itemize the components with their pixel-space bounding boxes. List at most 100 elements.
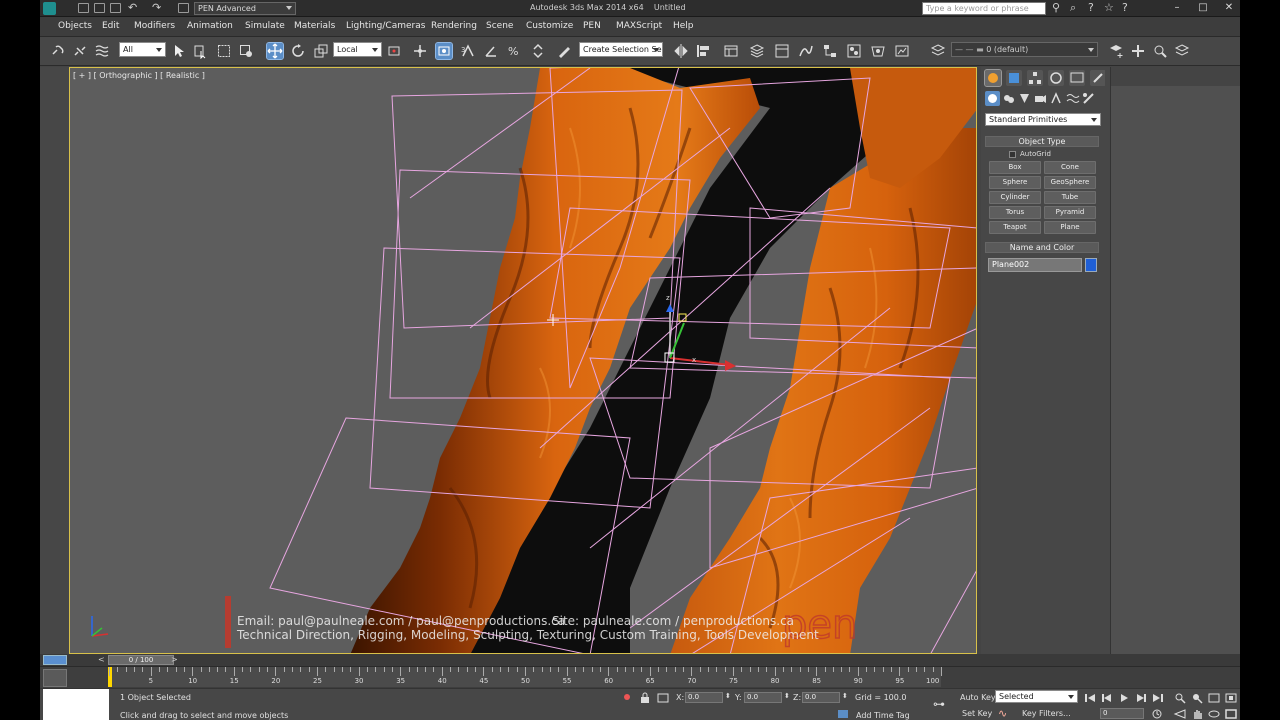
search-icon[interactable]: ⌕ bbox=[1070, 1, 1076, 15]
menu-pen[interactable]: PEN bbox=[583, 21, 601, 31]
go-to-end-icon[interactable] bbox=[1151, 692, 1165, 704]
menu-customize[interactable]: Customize bbox=[526, 21, 573, 31]
add-to-layer-icon[interactable] bbox=[1130, 43, 1146, 59]
space-warps-category-icon[interactable] bbox=[1065, 91, 1080, 106]
rendered-frame-icon[interactable] bbox=[894, 43, 910, 59]
project-folder-icon[interactable] bbox=[178, 3, 189, 13]
bind-space-warp-icon[interactable] bbox=[94, 43, 110, 59]
viewport-label[interactable]: [ + ] [ Orthographic ] [ Realistic ] bbox=[73, 71, 205, 80]
layer-explorer-icon[interactable] bbox=[749, 43, 765, 59]
time-slider-next-icon[interactable]: > bbox=[171, 655, 178, 664]
object-color-swatch[interactable] bbox=[1085, 258, 1097, 272]
maximize-viewport-icon[interactable] bbox=[1224, 708, 1238, 720]
menu-help[interactable]: Help bbox=[673, 21, 694, 31]
time-configuration-icon[interactable] bbox=[1150, 708, 1164, 720]
menu-rendering[interactable]: Rendering bbox=[431, 21, 477, 31]
tube-button[interactable]: Tube bbox=[1044, 191, 1096, 204]
z-coordinate-field[interactable]: 0.0 bbox=[802, 692, 840, 703]
window-crossing-icon[interactable] bbox=[238, 43, 254, 59]
teapot-button[interactable]: Teapot bbox=[989, 221, 1041, 234]
rectangular-selection-icon[interactable] bbox=[216, 43, 232, 59]
keyboard-shortcut-toggle-icon[interactable] bbox=[435, 42, 453, 60]
name-and-color-rollout[interactable]: Name and Color bbox=[985, 242, 1099, 253]
z-spinner-icon[interactable]: ⬍ bbox=[842, 692, 848, 700]
modify-tab-icon[interactable] bbox=[1006, 70, 1022, 86]
scene-explorer-icon[interactable] bbox=[723, 43, 739, 59]
previous-frame-icon[interactable] bbox=[1100, 692, 1114, 704]
named-selection-dropdown[interactable]: Create Selection Se bbox=[579, 42, 663, 57]
pan-view-icon[interactable] bbox=[1190, 708, 1204, 720]
cameras-category-icon[interactable] bbox=[1033, 91, 1048, 106]
box-button[interactable]: Box bbox=[989, 161, 1041, 174]
lights-category-icon[interactable] bbox=[1017, 91, 1032, 106]
add-time-tag[interactable]: Add Time Tag bbox=[856, 711, 910, 720]
snaps-toggle-icon[interactable]: 3 bbox=[460, 43, 476, 59]
set-key-button[interactable]: Set Key bbox=[962, 709, 992, 718]
go-to-start-icon[interactable] bbox=[1083, 692, 1097, 704]
torus-button[interactable]: Torus bbox=[989, 206, 1041, 219]
y-spinner-icon[interactable]: ⬍ bbox=[784, 692, 790, 700]
field-of-view-icon[interactable] bbox=[1173, 708, 1187, 720]
track-bar[interactable]: 5 10 15 20 25 30 35 40 45 50 55 60 65 70 75 80 85 90 95 100 bbox=[40, 666, 1240, 688]
cylinder-button[interactable]: Cylinder bbox=[989, 191, 1041, 204]
motion-tab-icon[interactable] bbox=[1048, 70, 1064, 86]
percent-snap-icon[interactable]: % bbox=[506, 43, 522, 59]
frame-ruler[interactable]: 5 10 15 20 25 30 35 40 45 50 55 60 65 70 75 80 85 90 95 100 bbox=[108, 667, 942, 687]
workspace-dropdown[interactable]: PEN Advanced bbox=[194, 2, 296, 15]
shapes-category-icon[interactable] bbox=[1001, 91, 1016, 106]
reference-coordinate-dropdown[interactable]: Local bbox=[333, 42, 382, 57]
open-file-icon[interactable] bbox=[94, 3, 105, 13]
selection-filter-dropdown[interactable]: All bbox=[119, 42, 166, 57]
geometry-category-icon[interactable] bbox=[985, 91, 1000, 106]
mirror-icon[interactable] bbox=[673, 43, 689, 59]
minimize-button[interactable]: – bbox=[1164, 0, 1190, 16]
menu-modifiers[interactable]: Modifiers bbox=[134, 21, 175, 31]
plane-button[interactable]: Plane bbox=[1044, 221, 1096, 234]
maximize-button[interactable]: □ bbox=[1190, 0, 1216, 16]
select-manipulate-icon[interactable] bbox=[412, 43, 428, 59]
menu-lighting-cameras[interactable]: Lighting/Cameras bbox=[346, 21, 425, 31]
material-editor-icon[interactable] bbox=[846, 43, 862, 59]
layer-manager-icon[interactable] bbox=[1174, 43, 1190, 59]
search-input[interactable]: Type a keyword or phrase bbox=[922, 2, 1046, 15]
edit-named-selection-icon[interactable] bbox=[556, 43, 572, 59]
maxscript-listener[interactable] bbox=[43, 689, 109, 720]
x-spinner-icon[interactable]: ⬍ bbox=[725, 692, 731, 700]
play-icon[interactable] bbox=[1117, 692, 1131, 704]
pivot-center-icon[interactable] bbox=[386, 43, 402, 59]
x-coordinate-field[interactable]: 0.0 bbox=[685, 692, 723, 703]
app-logo-icon[interactable] bbox=[43, 2, 56, 15]
y-coordinate-field[interactable]: 0.0 bbox=[744, 692, 782, 703]
close-button[interactable]: ✕ bbox=[1216, 0, 1240, 16]
angle-snap-icon[interactable] bbox=[483, 43, 499, 59]
time-slider-prev-icon[interactable]: < bbox=[98, 655, 105, 664]
selection-lock-icon[interactable] bbox=[638, 692, 652, 704]
absolute-mode-icon[interactable] bbox=[656, 692, 670, 704]
graphite-ribbon-icon[interactable] bbox=[774, 43, 790, 59]
link-icon[interactable] bbox=[50, 43, 66, 59]
unlink-icon[interactable] bbox=[72, 43, 88, 59]
menu-simulate[interactable]: Simulate bbox=[245, 21, 285, 31]
binoculars-icon[interactable]: ⚲ bbox=[1052, 1, 1060, 15]
select-in-layer-icon[interactable] bbox=[1152, 43, 1168, 59]
utilities-tab-icon[interactable] bbox=[1090, 70, 1106, 86]
create-tab-icon[interactable] bbox=[984, 69, 1002, 87]
pyramid-button[interactable]: Pyramid bbox=[1044, 206, 1096, 219]
create-layer-icon[interactable] bbox=[1108, 43, 1124, 59]
current-frame-field[interactable]: 0 bbox=[1100, 708, 1144, 719]
set-key-icon[interactable]: ∿ bbox=[998, 707, 1007, 720]
menu-animation[interactable]: Animation bbox=[187, 21, 233, 31]
time-slider-handle[interactable]: 0 / 100 bbox=[108, 655, 174, 665]
key-mode-icon[interactable]: ⊶ bbox=[933, 697, 945, 711]
systems-category-icon[interactable] bbox=[1081, 91, 1096, 106]
object-type-rollout[interactable]: Object Type bbox=[985, 136, 1099, 147]
select-and-rotate-icon[interactable] bbox=[290, 43, 306, 59]
select-and-scale-icon[interactable] bbox=[313, 43, 329, 59]
save-file-icon[interactable] bbox=[110, 3, 121, 13]
display-tab-icon[interactable] bbox=[1069, 70, 1085, 86]
geosphere-button[interactable]: GeoSphere bbox=[1044, 176, 1096, 189]
next-frame-icon[interactable] bbox=[1134, 692, 1148, 704]
menu-materials[interactable]: Materials bbox=[294, 21, 335, 31]
auto-key-button[interactable]: Auto Key bbox=[960, 693, 996, 702]
helpers-category-icon[interactable] bbox=[1049, 91, 1064, 106]
